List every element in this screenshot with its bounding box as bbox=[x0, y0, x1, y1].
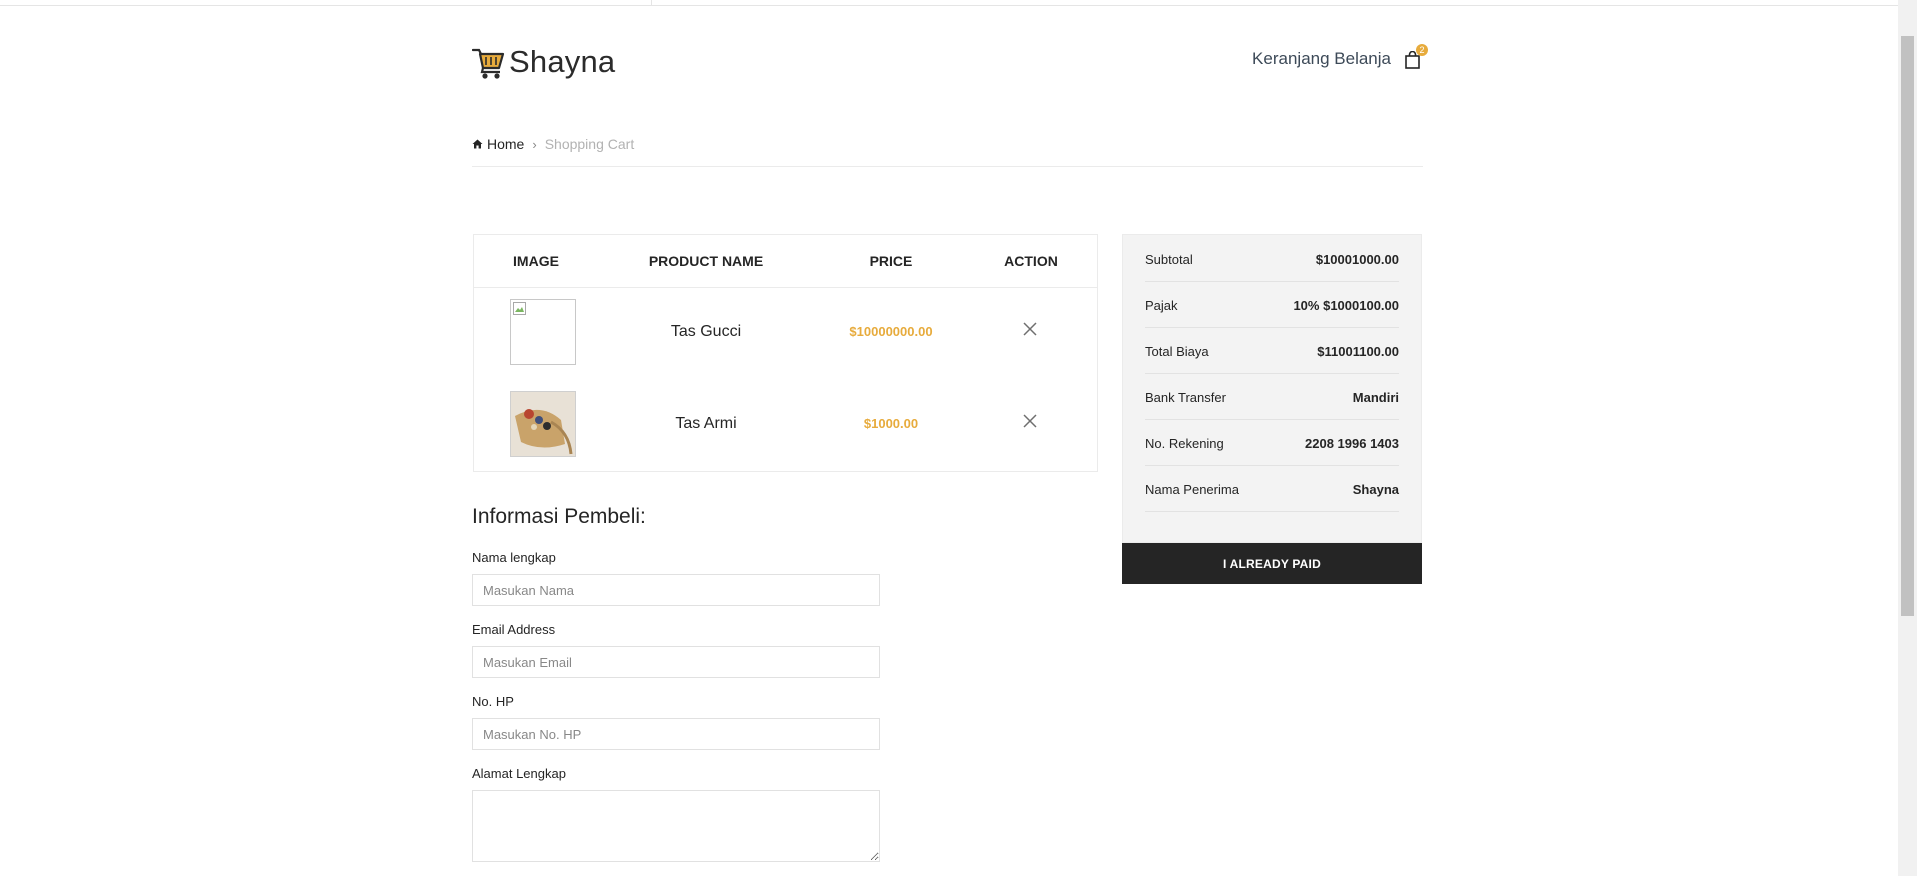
buyer-info-title: Informasi Pembeli: bbox=[472, 505, 646, 528]
page-scrollbar[interactable] bbox=[1898, 0, 1917, 876]
header-cart-link[interactable]: Keranjang Belanja 2 bbox=[1252, 44, 1428, 69]
breadcrumb-current: Shopping Cart bbox=[544, 136, 635, 152]
name-label: Nama lengkap bbox=[472, 550, 556, 565]
summary-label: Bank Transfer bbox=[1145, 390, 1226, 405]
cart-label: Keranjang Belanja bbox=[1252, 49, 1391, 68]
name-input[interactable] bbox=[472, 574, 880, 606]
table-row: Tas Gucci $10000000.00 bbox=[474, 299, 1097, 369]
order-summary: Subtotal $10001000.00 Pajak 10% $1000100… bbox=[1122, 234, 1422, 543]
shopping-cart-icon bbox=[472, 48, 505, 79]
summary-value: $10001000.00 bbox=[1315, 252, 1399, 267]
summary-row-tax: Pajak 10% $1000100.00 bbox=[1145, 281, 1399, 328]
brand-name: Shayna bbox=[509, 44, 616, 79]
shopping-bag-icon[interactable]: 2 bbox=[1405, 44, 1428, 69]
already-paid-button[interactable]: I ALREADY PAID bbox=[1122, 543, 1422, 584]
close-icon[interactable] bbox=[1021, 320, 1039, 338]
product-price: $10000000.00 bbox=[849, 324, 933, 339]
col-header-image: IMAGE bbox=[513, 253, 559, 269]
table-row: Tas Armi $1000.00 bbox=[474, 391, 1097, 461]
top-bar bbox=[0, 0, 1898, 6]
broken-image-icon bbox=[510, 299, 576, 365]
product-name: Tas Gucci bbox=[670, 323, 742, 340]
summary-row-account: No. Rekening 2208 1996 1403 bbox=[1145, 419, 1399, 466]
summary-row-bank: Bank Transfer Mandiri bbox=[1145, 373, 1399, 420]
phone-input[interactable] bbox=[472, 718, 880, 750]
col-header-product-name: PRODUCT NAME bbox=[648, 253, 764, 269]
summary-value: 2208 1996 1403 bbox=[1305, 436, 1399, 451]
summary-value: Shayna bbox=[1352, 482, 1399, 497]
phone-label: No. HP bbox=[472, 694, 514, 709]
brand-logo[interactable]: Shayna bbox=[472, 44, 615, 80]
summary-label: Pajak bbox=[1145, 298, 1178, 313]
summary-label: Total Biaya bbox=[1145, 344, 1209, 359]
summary-row-recipient: Nama Penerima Shayna bbox=[1145, 465, 1399, 512]
breadcrumb-divider bbox=[472, 166, 1423, 167]
breadcrumb-home-label: Home bbox=[487, 136, 525, 152]
summary-value: $11001100.00 bbox=[1317, 344, 1399, 359]
top-bar-divider bbox=[651, 0, 652, 5]
scrollbar-thumb[interactable] bbox=[1901, 36, 1914, 616]
breadcrumb: Home › Shopping Cart bbox=[472, 136, 634, 152]
summary-label: No. Rekening bbox=[1145, 436, 1224, 451]
summary-label: Subtotal bbox=[1145, 252, 1193, 267]
summary-value: Mandiri bbox=[1352, 390, 1399, 405]
chevron-right-icon: › bbox=[532, 136, 537, 152]
email-label: Email Address bbox=[472, 622, 556, 637]
summary-row-subtotal: Subtotal $10001000.00 bbox=[1145, 235, 1399, 282]
address-label: Alamat Lengkap bbox=[472, 766, 566, 781]
email-input[interactable] bbox=[472, 646, 880, 678]
product-image-bag bbox=[510, 391, 576, 457]
close-icon[interactable] bbox=[1021, 412, 1039, 430]
product-name: Tas Armi bbox=[675, 415, 737, 432]
col-header-price: PRICE bbox=[869, 253, 913, 269]
summary-label: Nama Penerima bbox=[1145, 482, 1239, 497]
summary-value: 10% $1000100.00 bbox=[1293, 298, 1399, 313]
summary-row-total: Total Biaya $11001100.00 bbox=[1145, 327, 1399, 374]
cart-table-header: IMAGE PRODUCT NAME PRICE ACTION bbox=[474, 235, 1097, 288]
breadcrumb-home-link[interactable]: Home bbox=[472, 136, 524, 152]
home-icon bbox=[472, 139, 483, 149]
col-header-action: ACTION bbox=[1004, 253, 1058, 269]
product-price: $1000.00 bbox=[863, 416, 919, 431]
address-textarea[interactable] bbox=[472, 790, 880, 862]
cart-count-badge: 2 bbox=[1416, 44, 1428, 56]
cart-table: IMAGE PRODUCT NAME PRICE ACTION Tas Gucc… bbox=[473, 234, 1098, 472]
